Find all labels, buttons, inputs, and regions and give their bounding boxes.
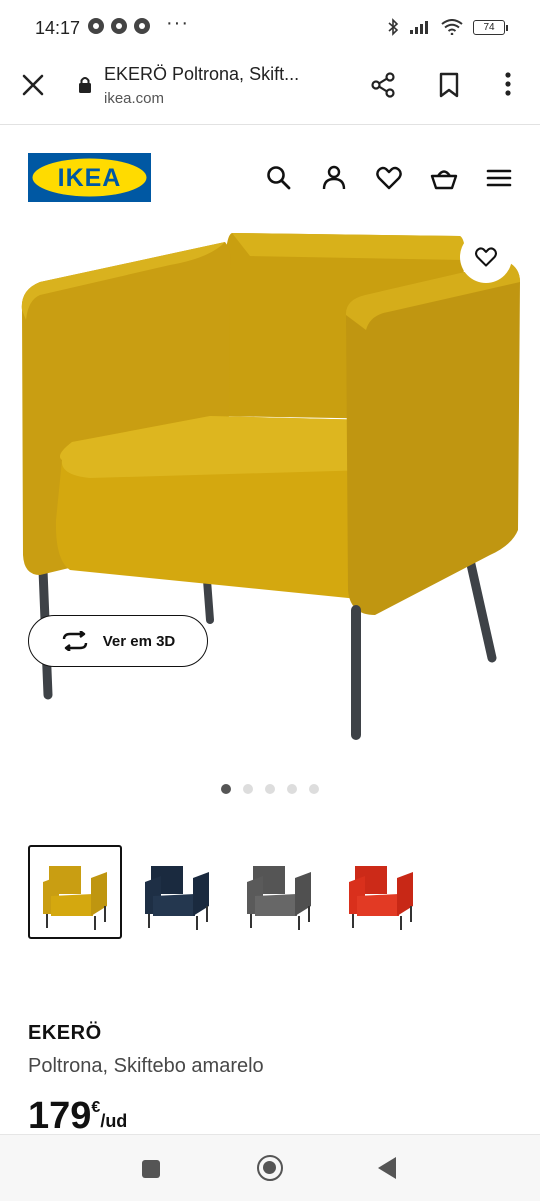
recents-icon[interactable] [142, 1160, 160, 1178]
basket-icon[interactable] [430, 164, 458, 192]
page-title[interactable]: EKERÖ Poltrona, Skift... [104, 64, 299, 85]
home-icon[interactable] [257, 1155, 283, 1181]
wifi-icon [441, 19, 463, 35]
pager-dot[interactable] [243, 784, 253, 794]
battery-icon: 74 [473, 19, 508, 35]
url-host[interactable]: ikea.com [104, 90, 164, 107]
system-nav-bar [0, 1134, 540, 1201]
variant-yellow[interactable] [28, 845, 122, 939]
variant-thumbnail [349, 866, 413, 930]
variant-thumbnail [43, 866, 107, 930]
variant-dark-grey[interactable] [232, 845, 326, 939]
system-icons: 74 [387, 18, 508, 36]
bluetooth-icon [388, 18, 399, 36]
product-image[interactable] [0, 220, 540, 780]
back-icon[interactable] [378, 1157, 396, 1179]
variant-thumbnail [247, 866, 311, 930]
pager-dot[interactable] [265, 784, 275, 794]
more-notifications-icon: ··· [166, 12, 189, 34]
bookmark-icon[interactable] [437, 72, 461, 98]
variant-red[interactable] [334, 845, 428, 939]
chrome-notification-icon [134, 18, 150, 34]
color-variants [28, 845, 428, 939]
variant-dark-blue[interactable] [130, 845, 224, 939]
price-currency: € [91, 1099, 101, 1116]
status-bar: 14:17 ··· 74 [0, 0, 540, 56]
price-unit: /ud [100, 1111, 128, 1131]
more-vert-icon[interactable] [498, 70, 518, 98]
pager-dot[interactable] [287, 784, 297, 794]
ikea-logo[interactable]: IKEA [28, 153, 151, 202]
pager-dot[interactable] [221, 784, 231, 794]
product-name: EKERÖ [28, 1022, 102, 1044]
chrome-notification-icon [88, 18, 104, 34]
price-value: 179 [28, 1095, 92, 1137]
product-description: Poltrona, Skiftebo amarelo [28, 1055, 264, 1077]
search-icon[interactable] [265, 164, 293, 192]
share-icon[interactable] [370, 72, 396, 98]
close-icon[interactable] [20, 72, 46, 98]
view-3d-label: Ver em 3D [102, 632, 176, 650]
heart-icon[interactable] [375, 164, 403, 192]
rotate-3d-icon [62, 631, 87, 651]
status-time: 14:17 [35, 18, 81, 38]
image-pager [221, 784, 319, 794]
heart-icon [475, 247, 497, 267]
menu-icon[interactable] [485, 164, 513, 192]
ikea-logo-text: IKEA [58, 164, 122, 192]
browser-toolbar: EKERÖ Poltrona, Skift... ikea.com [0, 56, 540, 125]
product-price: 179 € /ud [28, 1095, 127, 1137]
account-icon[interactable] [320, 164, 348, 192]
signal-icon [410, 21, 428, 34]
view-3d-button[interactable]: Ver em 3D [28, 615, 208, 667]
lock-icon [79, 77, 91, 93]
variant-thumbnail [145, 866, 209, 930]
favorite-button[interactable] [460, 231, 512, 283]
notification-icons [88, 18, 150, 34]
chrome-notification-icon [111, 18, 127, 34]
pager-dot[interactable] [309, 784, 319, 794]
